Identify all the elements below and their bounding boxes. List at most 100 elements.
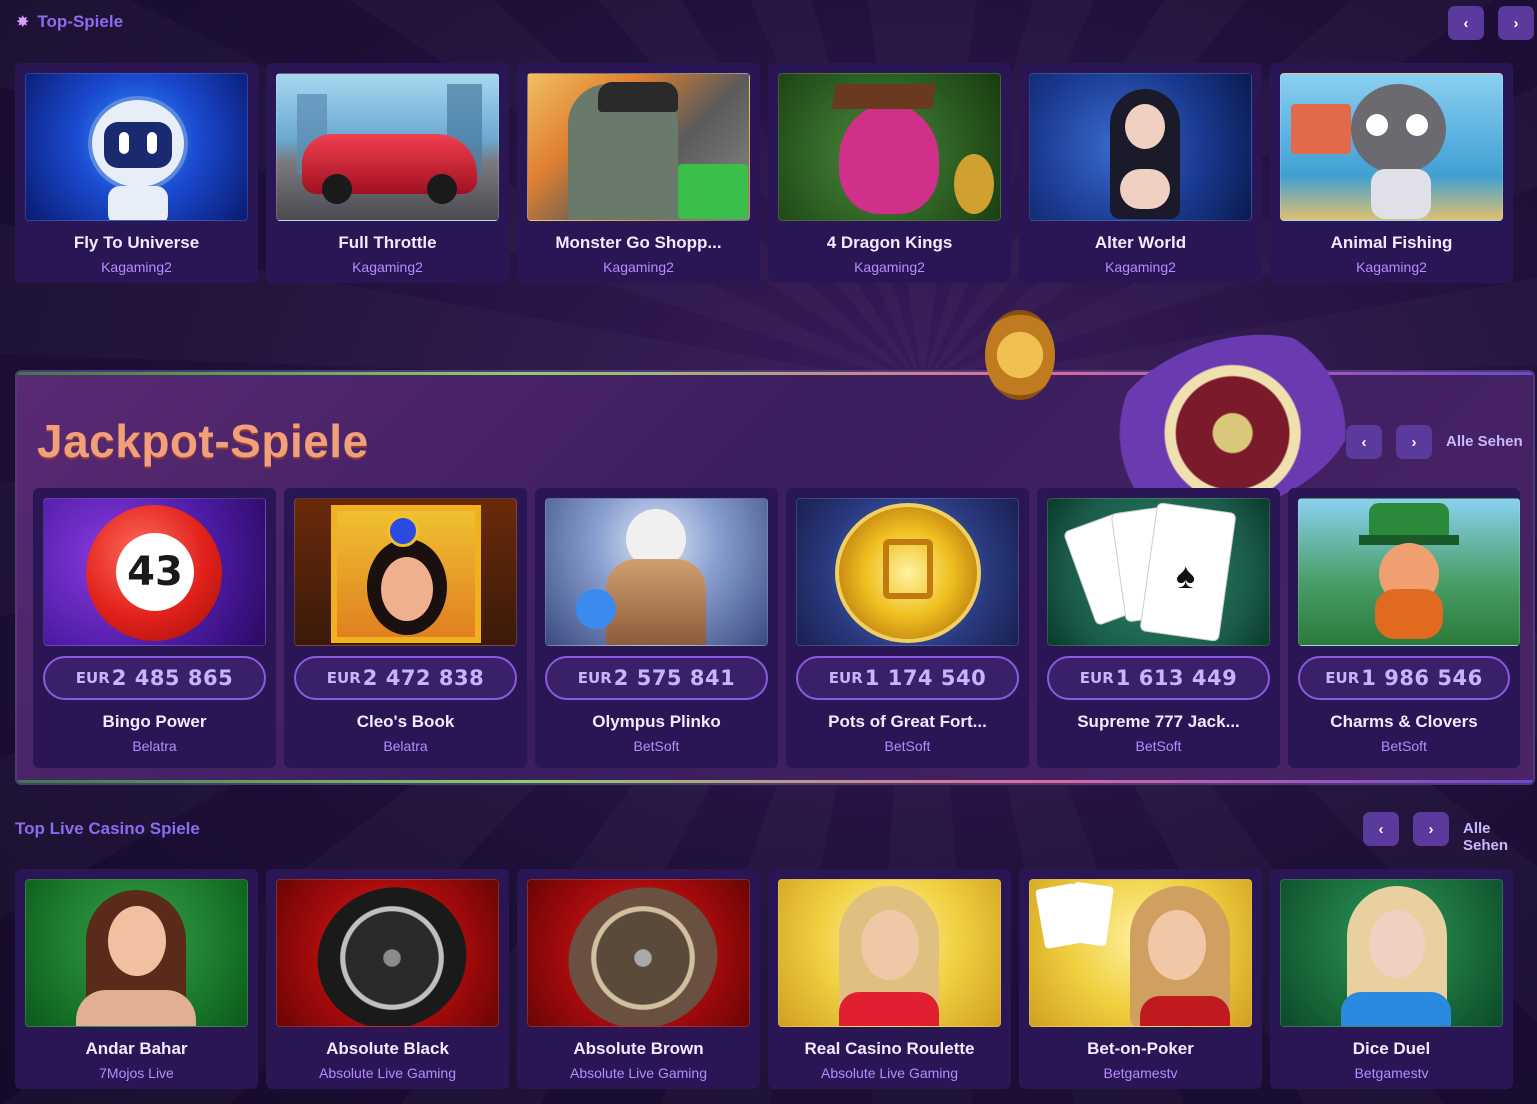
jackpot-currency: EUR xyxy=(1079,669,1114,687)
jackpot-see-all-link[interactable]: Alle Sehen xyxy=(1446,433,1523,450)
game-card[interactable]: Absolute Black Absolute Live Gaming xyxy=(266,869,509,1089)
jackpot-currency: EUR xyxy=(75,669,110,687)
jackpot-next-button[interactable]: › xyxy=(1396,425,1432,459)
jackpot-amount-pill: EUR 1 986 546 xyxy=(1298,656,1510,700)
jackpot-card[interactable]: ♠ EUR 1 613 449 Supreme 777 Jack... BetS… xyxy=(1037,488,1280,768)
game-card[interactable]: Fly To Universe Kagaming2 xyxy=(15,63,258,283)
game-thumbnail[interactable] xyxy=(545,498,768,646)
jackpot-currency: EUR xyxy=(577,669,612,687)
game-title: Supreme 777 Jack... xyxy=(1077,712,1240,731)
game-card[interactable]: 4 Dragon Kings Kagaming2 xyxy=(768,63,1011,283)
game-thumbnail[interactable] xyxy=(1029,73,1252,221)
game-provider: Kagaming2 xyxy=(1356,259,1427,275)
game-provider: Kagaming2 xyxy=(603,259,674,275)
jackpot-amount: 2 485 865 xyxy=(111,666,234,690)
jackpot-currency: EUR xyxy=(326,669,361,687)
game-thumbnail[interactable] xyxy=(1280,73,1503,221)
jackpot-card[interactable]: EUR 1 174 540 Pots of Great Fort... BetS… xyxy=(786,488,1029,768)
jackpot-amount: 1 986 546 xyxy=(1361,666,1483,690)
game-card[interactable]: Real Casino Roulette Absolute Live Gamin… xyxy=(768,869,1011,1089)
game-provider: BetSoft xyxy=(1381,738,1427,754)
jackpot-amount-pill: EUR 2 575 841 xyxy=(545,656,768,700)
jackpot-card[interactable]: EUR 2 472 838 Cleo's Book Belatra xyxy=(284,488,527,768)
game-provider: Betgamestv xyxy=(1354,1065,1429,1081)
game-title: Dice Duel xyxy=(1352,1039,1431,1058)
game-card[interactable]: Full Throttle Kagaming2 xyxy=(266,63,509,283)
jackpot-card[interactable]: EUR 1 986 546 Charms & Clovers BetSoft xyxy=(1288,488,1520,768)
game-provider: BetSoft xyxy=(884,738,931,754)
game-card[interactable]: Alter World Kagaming2 xyxy=(1019,63,1262,283)
live-casino-see-all-link[interactable]: Alle Sehen xyxy=(1463,820,1537,854)
game-provider: Kagaming2 xyxy=(854,259,925,275)
game-thumbnail[interactable] xyxy=(25,73,248,221)
top-games-header: ✸ Top-Spiele xyxy=(16,12,123,32)
game-thumbnail[interactable] xyxy=(294,498,517,646)
jackpot-card[interactable]: 43 EUR 2 485 865 Bingo Power Belatra xyxy=(33,488,276,768)
game-thumbnail[interactable] xyxy=(1029,879,1252,1027)
game-title: Bingo Power xyxy=(102,712,207,731)
game-provider: 7Mojos Live xyxy=(99,1065,174,1081)
live-casino-title: Top Live Casino Spiele xyxy=(15,819,200,838)
game-title: Alter World xyxy=(1094,233,1187,252)
game-card[interactable]: Animal Fishing Kagaming2 xyxy=(1270,63,1513,283)
game-title: Fly To Universe xyxy=(73,233,200,252)
game-provider: BetSoft xyxy=(1135,738,1182,754)
game-title: Animal Fishing xyxy=(1330,233,1453,252)
top-games-title: Top-Spiele xyxy=(37,12,124,31)
game-provider: Kagaming2 xyxy=(1105,259,1176,275)
game-thumbnail[interactable] xyxy=(527,73,750,221)
game-thumbnail[interactable] xyxy=(796,498,1019,646)
live-casino-header: Top Live Casino Spiele xyxy=(15,819,200,839)
jackpot-title: Jackpot-Spiele xyxy=(37,415,369,467)
game-title: Full Throttle xyxy=(338,233,437,252)
game-title: Charms & Clovers xyxy=(1330,712,1478,731)
game-card[interactable]: Andar Bahar 7Mojos Live xyxy=(15,869,258,1089)
jackpot-amount-pill: EUR 1 613 449 xyxy=(1047,656,1270,700)
game-provider: Absolute Live Gaming xyxy=(570,1065,707,1081)
game-card[interactable]: Monster Go Shopp... Kagaming2 xyxy=(517,63,760,283)
game-thumbnail[interactable]: ♠ xyxy=(1047,498,1270,646)
jackpot-row: 43 EUR 2 485 865 Bingo Power Belatra EUR… xyxy=(33,488,1520,768)
game-title: Monster Go Shopp... xyxy=(555,233,722,252)
top-games-row: Fly To Universe Kagaming2 Full Throttle … xyxy=(15,63,1513,283)
game-card[interactable]: Absolute Brown Absolute Live Gaming xyxy=(517,869,760,1089)
live-casino-next-button[interactable]: › xyxy=(1413,812,1449,846)
game-thumbnail[interactable]: 43 xyxy=(43,498,266,646)
jackpot-amount: 1 174 540 xyxy=(864,666,987,690)
jackpot-amount-pill: EUR 2 472 838 xyxy=(294,656,517,700)
game-thumbnail[interactable] xyxy=(778,73,1001,221)
game-provider: BetSoft xyxy=(633,738,680,754)
jackpot-amount-pill: EUR 1 174 540 xyxy=(796,656,1019,700)
spade-icon: ♠ xyxy=(1176,555,1196,596)
coin-decoration xyxy=(985,310,1055,400)
game-thumbnail[interactable] xyxy=(25,879,248,1027)
jackpot-amount: 1 613 449 xyxy=(1115,666,1238,690)
game-title: Absolute Black xyxy=(326,1039,449,1058)
game-thumbnail[interactable] xyxy=(527,879,750,1027)
jackpot-currency: EUR xyxy=(1325,669,1360,687)
game-title: Bet-on-Poker xyxy=(1087,1039,1194,1058)
game-title: Andar Bahar xyxy=(85,1039,188,1058)
game-title: Olympus Plinko xyxy=(592,712,721,731)
game-card[interactable]: Bet-on-Poker Betgamestv xyxy=(1019,869,1262,1089)
game-thumbnail[interactable] xyxy=(1298,498,1520,646)
top-games-next-button[interactable]: › xyxy=(1498,6,1534,40)
game-thumbnail[interactable] xyxy=(276,73,499,221)
game-provider: Absolute Live Gaming xyxy=(821,1065,958,1081)
game-thumbnail[interactable] xyxy=(778,879,1001,1027)
game-title: Pots of Great Fort... xyxy=(828,712,987,731)
game-card[interactable]: Dice Duel Betgamestv xyxy=(1270,869,1513,1089)
live-casino-row: Andar Bahar 7Mojos Live Absolute Black A… xyxy=(15,869,1513,1089)
jackpot-card[interactable]: EUR 2 575 841 Olympus Plinko BetSoft xyxy=(535,488,778,768)
game-provider: Betgamestv xyxy=(1103,1065,1178,1081)
jackpot-amount: 2 575 841 xyxy=(613,666,736,690)
top-games-prev-button[interactable]: ‹ xyxy=(1448,6,1484,40)
game-thumbnail[interactable] xyxy=(1280,879,1503,1027)
live-casino-prev-button[interactable]: ‹ xyxy=(1363,812,1399,846)
jackpot-prev-button[interactable]: ‹ xyxy=(1346,425,1382,459)
game-title: Cleo's Book xyxy=(356,712,455,731)
game-provider: Kagaming2 xyxy=(101,259,172,275)
game-provider: Kagaming2 xyxy=(352,259,423,275)
game-provider: Absolute Live Gaming xyxy=(319,1065,456,1081)
game-thumbnail[interactable] xyxy=(276,879,499,1027)
